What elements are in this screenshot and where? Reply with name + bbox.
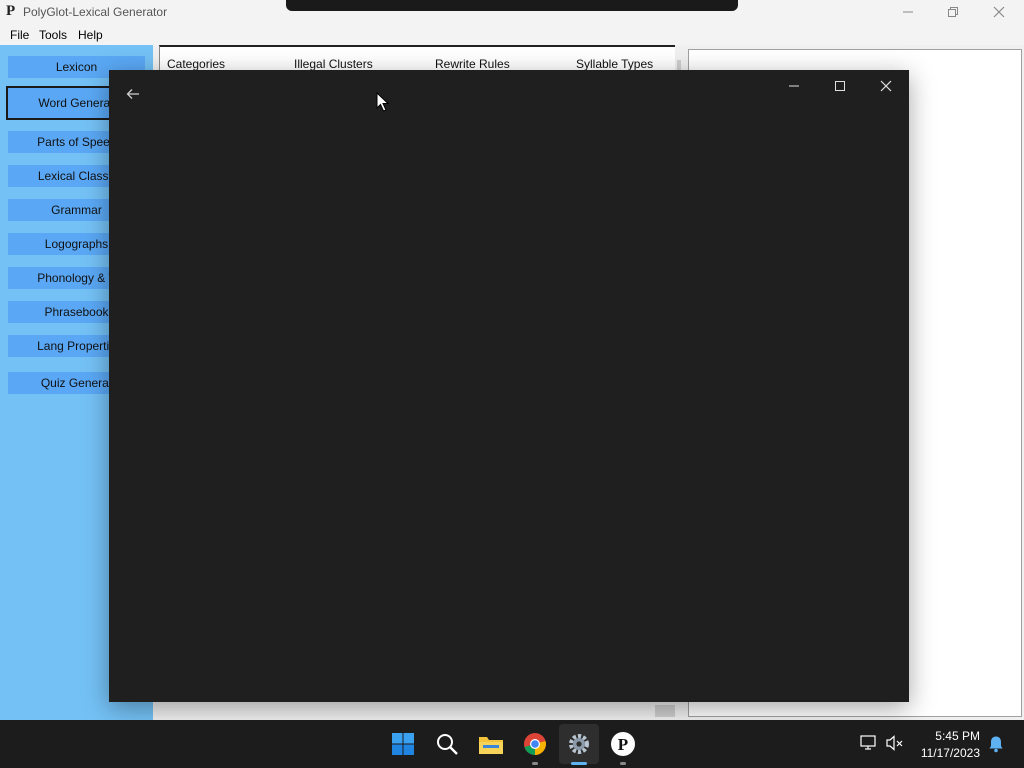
start-button[interactable] bbox=[387, 728, 419, 760]
back-button[interactable] bbox=[123, 84, 143, 104]
menu-help[interactable]: Help bbox=[78, 28, 103, 42]
chrome-running-indicator bbox=[532, 762, 538, 765]
close-button[interactable] bbox=[976, 0, 1022, 24]
clock-date[interactable]: 11/17/2023 bbox=[914, 746, 980, 760]
dialog-maximize-button[interactable] bbox=[817, 76, 863, 96]
search-button[interactable] bbox=[431, 728, 463, 760]
maximize-icon bbox=[835, 81, 845, 91]
tab-syllable-types[interactable]: Syllable Types bbox=[576, 57, 653, 71]
tab-illegal-clusters[interactable]: Illegal Clusters bbox=[294, 57, 373, 71]
volume-muted-icon[interactable] bbox=[886, 735, 904, 751]
menu-file[interactable]: File bbox=[10, 28, 29, 42]
polyglot-button[interactable]: P bbox=[607, 728, 639, 760]
dialog-close-button[interactable] bbox=[863, 76, 909, 96]
minimize-icon bbox=[789, 85, 799, 87]
close-icon bbox=[993, 6, 1005, 18]
display-icon[interactable] bbox=[860, 735, 878, 751]
polyglot-icon-glyph: P bbox=[618, 735, 628, 754]
polyglot-app-icon: P bbox=[6, 3, 16, 19]
search-icon bbox=[437, 734, 458, 755]
tab-rewrite-rules[interactable]: Rewrite Rules bbox=[435, 57, 510, 71]
restore-icon bbox=[948, 7, 958, 17]
menu-bar: File Tools Help bbox=[0, 24, 1024, 45]
taskbar: P 5:45 PM 11/17/2023 bbox=[0, 720, 1024, 768]
chrome-button[interactable] bbox=[519, 728, 551, 760]
notification-bell-icon[interactable] bbox=[988, 735, 1004, 753]
restore-button[interactable] bbox=[930, 0, 976, 24]
minimize-button[interactable] bbox=[885, 0, 931, 24]
settings-active-indicator bbox=[571, 762, 587, 765]
tab-strip: Categories Illegal Clusters Rewrite Rule… bbox=[159, 45, 675, 73]
settings-icon bbox=[569, 734, 589, 754]
menu-tools[interactable]: Tools bbox=[39, 28, 67, 42]
minimize-icon bbox=[903, 11, 913, 13]
file-explorer-icon bbox=[479, 737, 503, 754]
tab-categories[interactable]: Categories bbox=[167, 57, 225, 71]
windows-start-icon bbox=[392, 733, 414, 755]
dark-overlay-window bbox=[109, 70, 909, 702]
polyglot-running-indicator bbox=[620, 762, 626, 765]
bottom-scrollbar-thumb[interactable] bbox=[655, 705, 675, 717]
settings-button[interactable] bbox=[563, 728, 595, 760]
close-icon bbox=[880, 80, 892, 92]
file-explorer-button[interactable] bbox=[475, 728, 507, 760]
mouse-cursor-icon bbox=[376, 92, 390, 112]
top-overlay-bar bbox=[286, 0, 738, 11]
chrome-icon bbox=[524, 733, 546, 755]
polyglot-icon: P bbox=[611, 732, 635, 756]
clock-time[interactable]: 5:45 PM bbox=[918, 729, 980, 743]
app-titlebar: P PolyGlot-Lexical Generator bbox=[0, 0, 1024, 24]
app-title: PolyGlot-Lexical Generator bbox=[23, 5, 168, 19]
back-arrow-icon bbox=[126, 89, 139, 99]
dialog-minimize-button[interactable] bbox=[771, 76, 817, 96]
